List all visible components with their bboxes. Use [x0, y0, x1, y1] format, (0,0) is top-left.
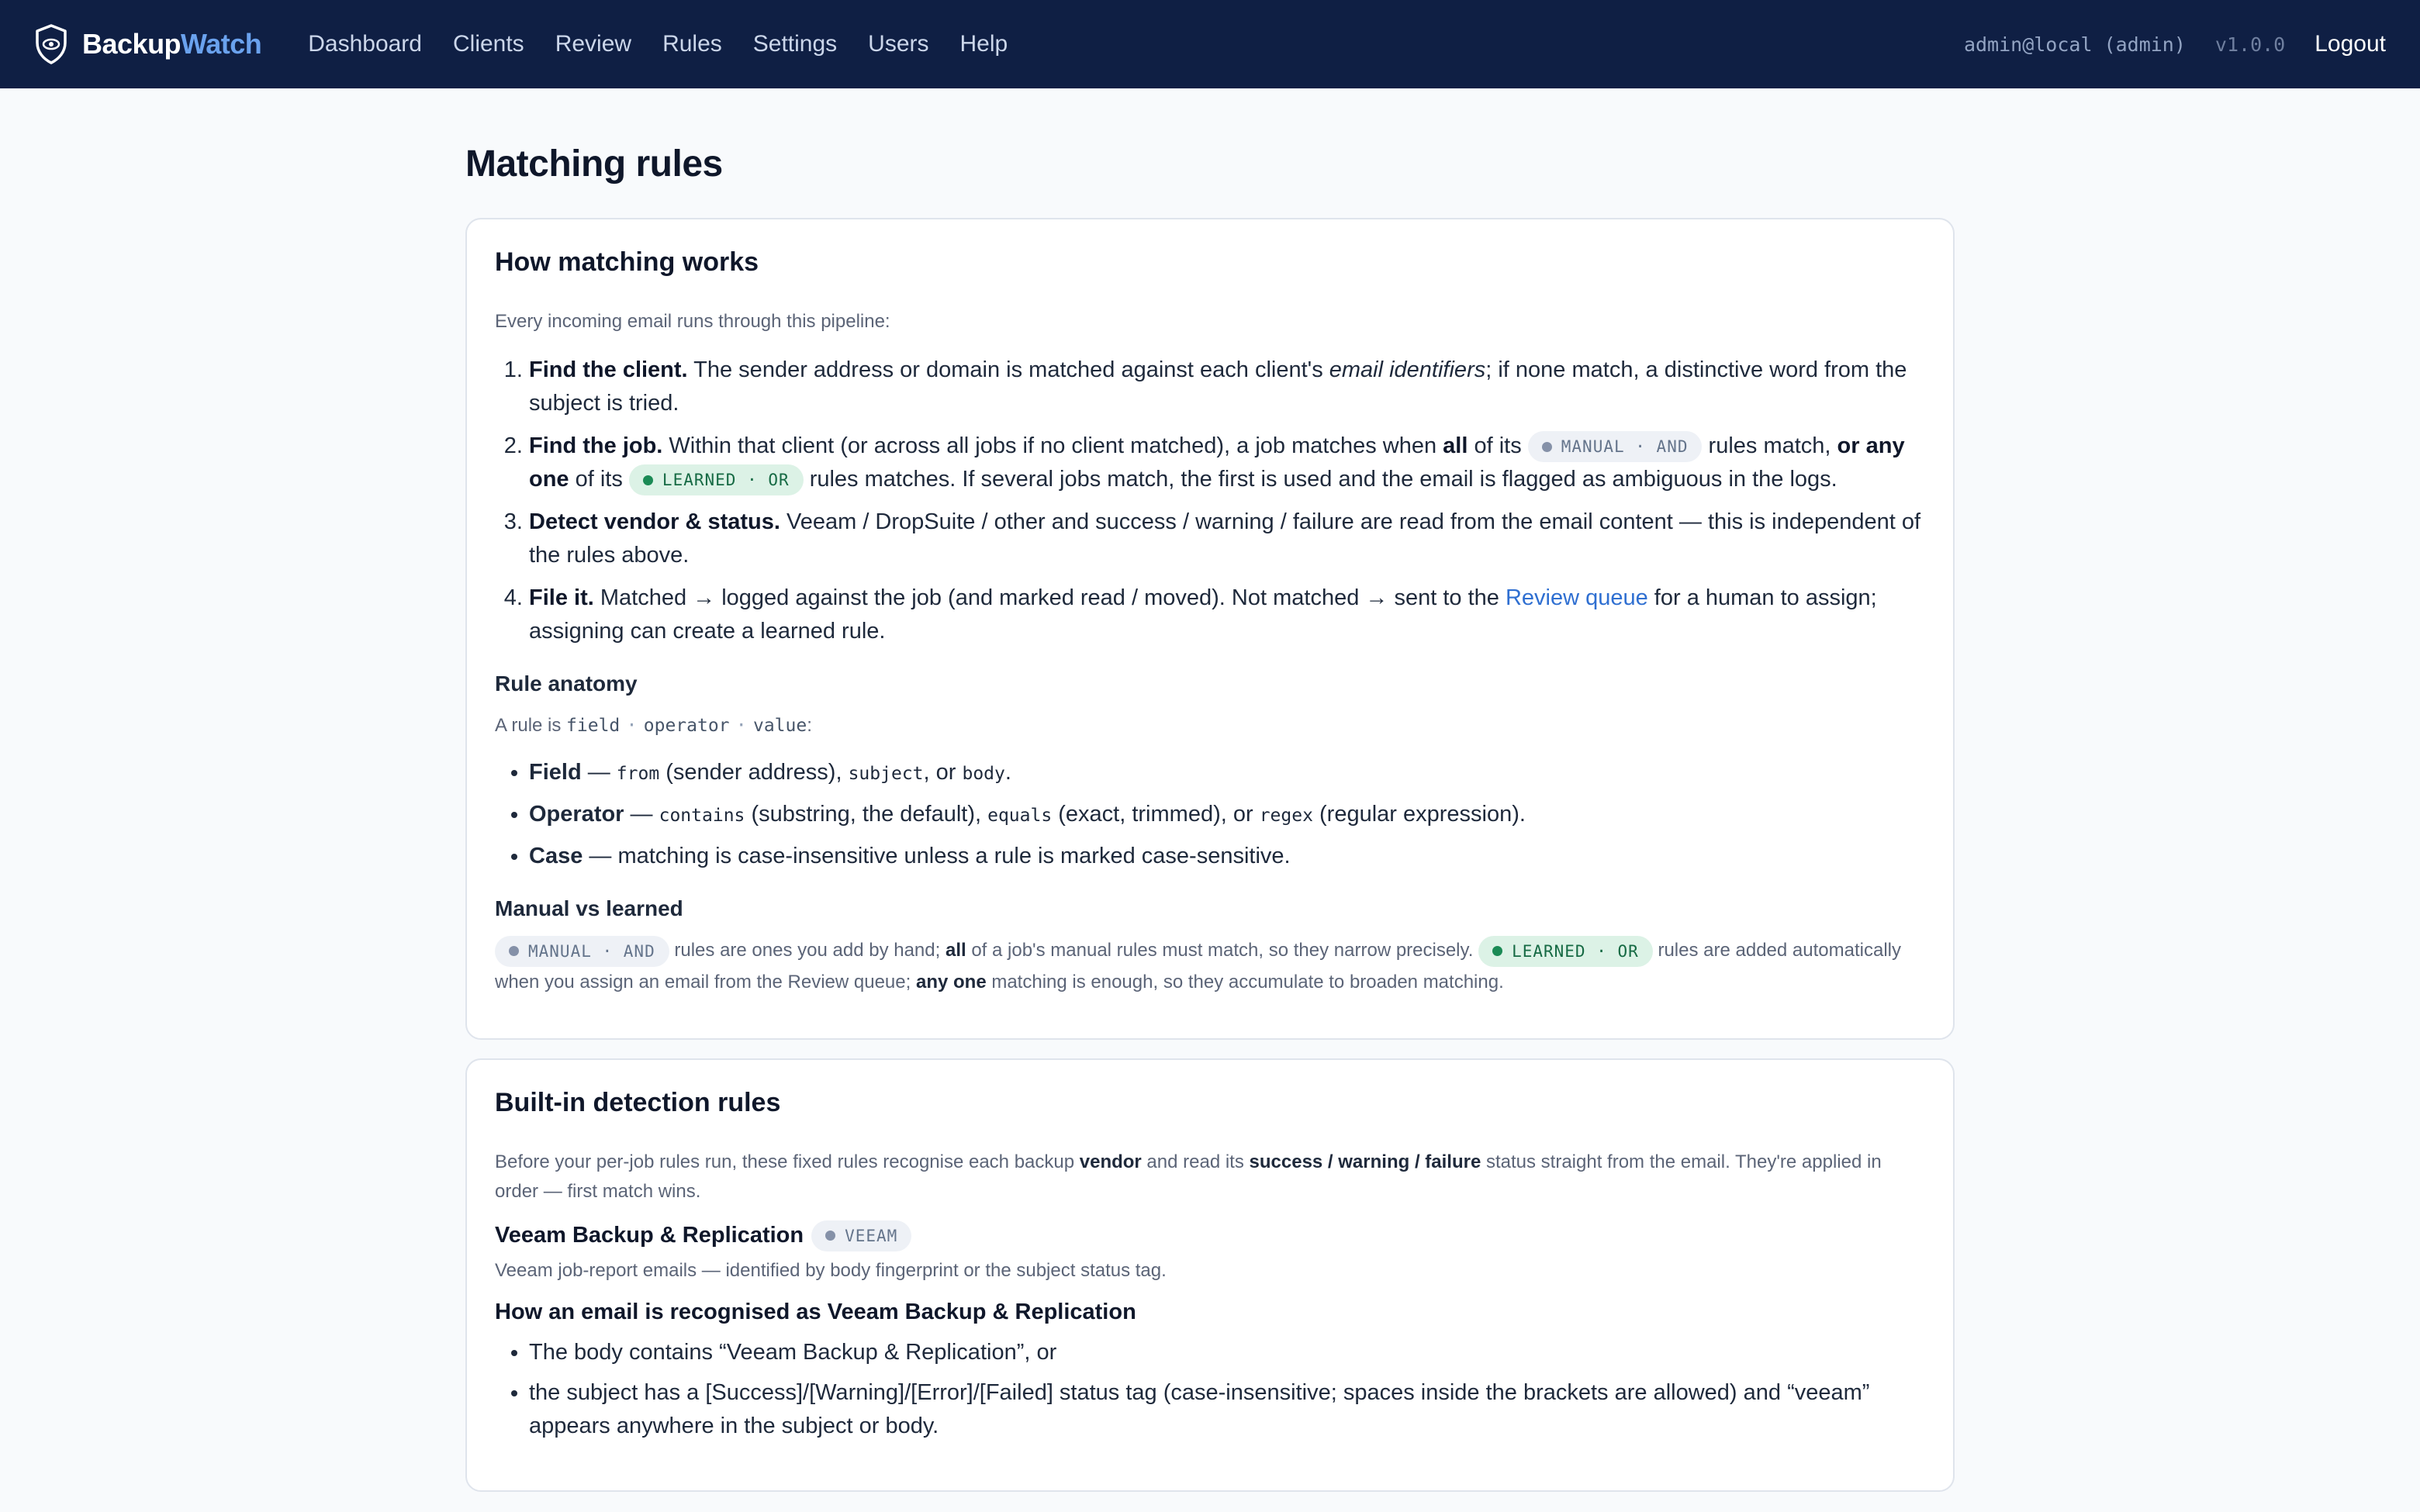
review-queue-link[interactable]: Review queue	[1506, 585, 1648, 610]
top-navbar: BackupWatch Dashboard Clients Review Rul…	[0, 0, 2420, 88]
nav-right: admin@local (admin) v1.0.0 Logout	[1964, 31, 2386, 57]
builtin-rules-card: Built-in detection rules Before your per…	[465, 1058, 1955, 1492]
nav-clients[interactable]: Clients	[453, 31, 524, 57]
nav-settings[interactable]: Settings	[753, 31, 837, 57]
brand[interactable]: BackupWatch	[34, 24, 262, 64]
dot-icon	[825, 1231, 836, 1241]
learned-or-badge: LEARNED · OR	[628, 464, 804, 496]
logout-link[interactable]: Logout	[2315, 31, 2386, 57]
anatomy-case: Case — matching is case-insensitive unle…	[529, 840, 1925, 873]
nav-rules[interactable]: Rules	[662, 31, 722, 57]
manual-vs-learned-text: MANUAL · AND rules are ones you add by h…	[495, 935, 1925, 998]
rule-anatomy-title: Rule anatomy	[495, 671, 638, 696]
app-version: v1.0.0	[2214, 33, 2286, 56]
anatomy-field: Field — from (sender address), subject, …	[529, 756, 1925, 791]
nav-dashboard[interactable]: Dashboard	[308, 31, 422, 57]
builtin-rules-intro: Before your per-job rules run, these fix…	[495, 1151, 1882, 1202]
step-detect-vendor: Detect vendor & status. Veeam / DropSuit…	[529, 506, 1925, 572]
rule-anatomy-intro: A rule is field · operator · value:	[495, 714, 812, 736]
anatomy-operator: Operator — contains (substring, the defa…	[529, 798, 1925, 833]
step-file-it: File it. Matched → logged against the jo…	[529, 582, 1925, 648]
veeam-vendor-header: Veeam Backup & Replication VEEAM	[495, 1220, 1925, 1251]
current-user: admin@local (admin)	[1963, 33, 2186, 56]
manual-and-badge: MANUAL · AND	[1527, 431, 1703, 463]
nav-users[interactable]: Users	[868, 31, 928, 57]
step-find-job: Find the job. Within that client (or acr…	[529, 430, 1925, 496]
dot-icon	[1541, 441, 1552, 452]
veeam-vendor-name: Veeam Backup & Replication	[495, 1223, 804, 1248]
how-matching-title: How matching works	[495, 247, 759, 277]
main-content: Matching rules How matching works Every …	[465, 88, 1955, 1510]
how-matching-card: How matching works Every incoming email …	[465, 218, 1955, 1040]
manual-vs-learned-title: Manual vs learned	[495, 896, 683, 920]
veeam-recognition-title: How an email is recognised as Veeam Back…	[495, 1299, 1136, 1324]
main-nav: Dashboard Clients Review Rules Settings …	[308, 31, 1008, 57]
step-find-client: Find the client. The sender address or d…	[529, 354, 1925, 420]
pipeline-intro: Every incoming email runs through this p…	[495, 311, 890, 332]
shield-eye-icon	[36, 24, 67, 64]
builtin-rules-title: Built-in detection rules	[495, 1087, 781, 1117]
pipeline-steps: Find the client. The sender address or d…	[495, 354, 1925, 648]
manual-and-badge: MANUAL · AND	[495, 935, 669, 967]
veeam-rule-body: The body contains “Veeam Backup & Replic…	[529, 1336, 1925, 1369]
veeam-rule-subject: the subject has a [Success]/[Warning]/[E…	[529, 1376, 1925, 1443]
veeam-recognition-list: The body contains “Veeam Backup & Replic…	[495, 1336, 1925, 1443]
rule-anatomy-list: Field — from (sender address), subject, …	[495, 756, 1925, 873]
veeam-description: Veeam job-report emails — identified by …	[495, 1259, 1167, 1281]
dot-icon	[509, 946, 519, 957]
brand-name: BackupWatch	[82, 28, 262, 60]
dot-icon	[642, 475, 653, 485]
page-title: Matching rules	[465, 143, 723, 185]
nav-help[interactable]: Help	[960, 31, 1008, 57]
veeam-badge: VEEAM	[811, 1220, 912, 1251]
dot-icon	[1492, 946, 1503, 957]
learned-or-badge: LEARNED · OR	[1478, 935, 1653, 967]
nav-review[interactable]: Review	[555, 31, 631, 57]
